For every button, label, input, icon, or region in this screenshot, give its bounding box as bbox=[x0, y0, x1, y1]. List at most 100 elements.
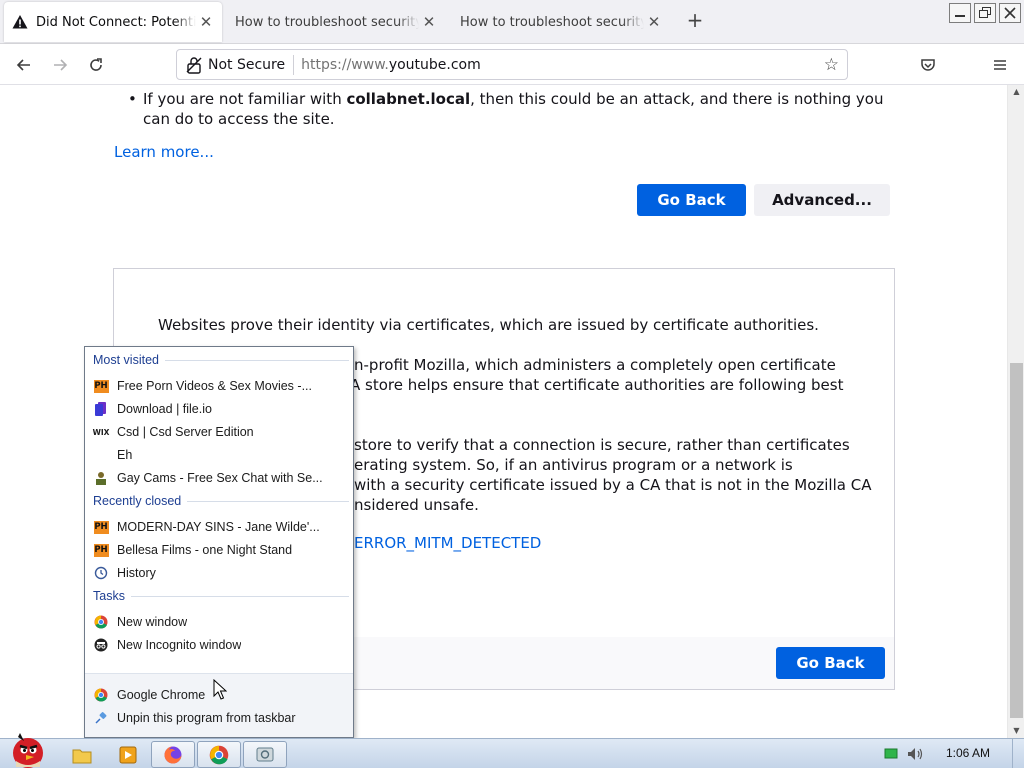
close-tab-icon[interactable]: ✕ bbox=[198, 13, 214, 31]
history-icon bbox=[93, 565, 109, 581]
jumplist-item-label: Unpin this program from taskbar bbox=[117, 711, 296, 725]
tab-did-not-connect[interactable]: Did Not Connect: Potential Se ✕ bbox=[4, 2, 222, 42]
warning-icon bbox=[12, 15, 28, 29]
angry-bird-start-icon bbox=[13, 733, 43, 768]
bullet-domain: collabnet.local bbox=[346, 90, 471, 108]
taskbar-network-app[interactable] bbox=[243, 741, 287, 768]
show-desktop-button[interactable] bbox=[1012, 739, 1024, 768]
hamburger-menu-icon bbox=[994, 60, 1006, 70]
incognito-icon bbox=[93, 637, 109, 653]
forward-arrow-icon bbox=[54, 59, 68, 71]
advanced-paragraph-2a: n-profit Mozilla, which administers a co… bbox=[354, 356, 836, 374]
not-secure-label[interactable]: Not Secure bbox=[208, 54, 295, 75]
navigation-bar: Not Secure https://www.youtube.com ☆ bbox=[0, 44, 1024, 85]
bullet-text: If you are not familiar with collabnet.l… bbox=[143, 89, 898, 129]
wix-icon: WIX bbox=[92, 427, 110, 437]
close-tab-icon[interactable]: ✕ bbox=[646, 13, 662, 31]
url-text[interactable]: https://www.youtube.com bbox=[301, 57, 481, 73]
tasks-header: Tasks bbox=[93, 589, 349, 603]
jumplist-item-free-porn-videos[interactable]: PH Free Porn Videos & Sex Movies -... bbox=[93, 375, 345, 397]
forward-button[interactable] bbox=[47, 52, 73, 78]
close-window-button[interactable] bbox=[999, 3, 1021, 23]
advanced-paragraph-3b: erating system. So, if an antivirus prog… bbox=[354, 456, 793, 474]
recently-closed-label: Recently closed bbox=[93, 494, 182, 508]
restore-icon bbox=[979, 7, 991, 18]
reload-button[interactable] bbox=[83, 52, 109, 78]
url-host: youtube.com bbox=[388, 56, 481, 73]
scroll-up-icon[interactable]: ▲ bbox=[1008, 85, 1024, 99]
error-code-link[interactable]: ERROR_MITM_DETECTED bbox=[354, 534, 541, 552]
footer-go-back-button[interactable]: Go Back bbox=[776, 647, 885, 679]
jumplist-item-bellesa-films[interactable]: PH Bellesa Films - one Night Stand bbox=[93, 539, 345, 561]
taskbar-firefox[interactable] bbox=[151, 741, 195, 768]
menu-button[interactable] bbox=[987, 52, 1013, 78]
go-back-button[interactable]: Go Back bbox=[637, 184, 746, 216]
advanced-paragraph-1: Websites prove their identity via certif… bbox=[158, 316, 819, 334]
minimize-button[interactable] bbox=[949, 3, 971, 23]
most-visited-label: Most visited bbox=[93, 353, 159, 367]
jumplist-item-label: Gay Cams - Free Sex Chat with Se... bbox=[117, 471, 323, 485]
attack-warning-bullet: • If you are not familiar with collabnet… bbox=[128, 89, 898, 129]
jumplist-item-eh[interactable]: Eh bbox=[93, 444, 345, 466]
new-tab-button[interactable]: + bbox=[684, 10, 706, 32]
jumplist-item-label: Download | file.io bbox=[117, 402, 212, 416]
scroll-down-icon[interactable]: ▼ bbox=[1008, 724, 1024, 738]
advanced-paragraph-3c: with a security certificate issued by a … bbox=[354, 476, 872, 494]
network-tray-icon[interactable] bbox=[884, 748, 898, 760]
mouse-cursor-icon bbox=[213, 679, 227, 700]
ph-icon: PH bbox=[93, 379, 109, 393]
tab-troubleshoot-1[interactable]: How to troubleshoot security err ✕ bbox=[227, 2, 445, 42]
jumplist-item-label: History bbox=[117, 566, 156, 580]
restore-button[interactable] bbox=[974, 3, 996, 23]
volume-icon[interactable] bbox=[906, 747, 924, 761]
jumplist-item-file-io[interactable]: Download | file.io bbox=[93, 398, 345, 420]
cam-icon bbox=[93, 470, 109, 486]
blank-page-icon bbox=[93, 447, 109, 463]
advanced-paragraph-3a: store to verify that a connection is sec… bbox=[354, 436, 850, 454]
bullet-dot: • bbox=[128, 90, 137, 108]
taskbar-chrome[interactable] bbox=[197, 741, 241, 768]
chrome-icon bbox=[93, 614, 109, 630]
taskbar-media-player[interactable] bbox=[106, 741, 150, 768]
url-prefix: https://www. bbox=[301, 56, 389, 73]
address-bar[interactable]: Not Secure https://www.youtube.com ☆ bbox=[176, 49, 848, 80]
tab-strip: Did Not Connect: Potential Se ✕ How to t… bbox=[0, 0, 1024, 44]
chrome-icon bbox=[209, 745, 229, 764]
advanced-paragraph-2b: A store helps ensure that certificate au… bbox=[350, 376, 844, 394]
jumplist-item-label: Google Chrome bbox=[117, 688, 206, 702]
jumplist-item-history[interactable]: History bbox=[93, 562, 345, 584]
back-button[interactable] bbox=[11, 52, 37, 78]
jumplist-item-label: New window bbox=[117, 615, 188, 629]
jumplist-item-csd-server[interactable]: WIX Csd | Csd Server Edition bbox=[93, 421, 345, 443]
close-tab-icon[interactable]: ✕ bbox=[421, 13, 437, 31]
windows-taskbar: 1:06 AM bbox=[0, 733, 1024, 768]
most-visited-header: Most visited bbox=[93, 353, 349, 367]
ph-icon: PH bbox=[93, 543, 109, 557]
jumplist-item-gay-cams[interactable]: Gay Cams - Free Sex Chat with Se... bbox=[93, 467, 345, 489]
jumplist-item-label: Bellesa Films - one Night Stand bbox=[117, 543, 293, 557]
jumplist-item-modern-day-sins[interactable]: PH MODERN-DAY SINS - Jane Wilde'... bbox=[93, 516, 345, 538]
jumplist-item-label: Eh bbox=[117, 448, 133, 462]
jumplist-item-label: Csd | Csd Server Edition bbox=[117, 425, 254, 439]
page-scrollbar[interactable]: ▲ ▼ bbox=[1007, 85, 1024, 738]
scroll-thumb[interactable] bbox=[1010, 363, 1023, 718]
chrome-icon bbox=[93, 687, 109, 703]
advanced-button[interactable]: Advanced... bbox=[754, 184, 890, 216]
taskbar-explorer[interactable] bbox=[60, 741, 104, 768]
jumplist-item-new-window[interactable]: New window bbox=[93, 611, 345, 633]
advanced-paragraph-3d: nsidered unsafe. bbox=[354, 496, 479, 514]
reload-icon bbox=[90, 58, 102, 71]
close-icon bbox=[1004, 7, 1016, 19]
jumplist-item-label: MODERN-DAY SINS - Jane Wilde'... bbox=[117, 520, 320, 534]
taskbar-clock[interactable]: 1:06 AM bbox=[946, 746, 990, 760]
minimize-icon bbox=[955, 15, 965, 17]
tab-troubleshoot-2[interactable]: How to troubleshoot security err ✕ bbox=[452, 2, 670, 42]
bookmark-star-icon[interactable]: ☆ bbox=[824, 55, 839, 75]
learn-more-link[interactable]: Learn more... bbox=[114, 143, 214, 161]
broken-lock-icon[interactable] bbox=[185, 56, 203, 74]
start-button[interactable] bbox=[4, 731, 48, 768]
jumplist-item-unpin[interactable]: Unpin this program from taskbar bbox=[93, 707, 345, 729]
pocket-button[interactable] bbox=[915, 52, 941, 78]
media-player-icon bbox=[119, 746, 137, 763]
jumplist-item-new-incognito[interactable]: New Incognito window bbox=[93, 634, 345, 656]
